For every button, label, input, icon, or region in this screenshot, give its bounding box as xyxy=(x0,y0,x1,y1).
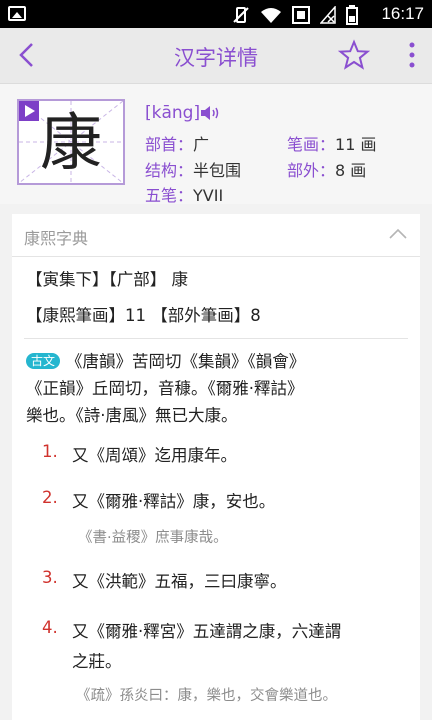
divider xyxy=(24,338,408,339)
radical-info: 部首：广 xyxy=(145,131,209,155)
more-options-icon[interactable] xyxy=(406,40,418,70)
radical-value: 广 xyxy=(193,135,210,154)
image-notification-icon xyxy=(8,6,26,21)
status-bar: 16:17 xyxy=(0,0,432,28)
strokes-info: 笔画：11 画 xyxy=(287,131,376,155)
app-bar: 汉字详情 xyxy=(0,28,432,84)
kangxi-line-2: 【康熙筆画】11 【部外筆画】8 xyxy=(26,306,261,325)
ancient-text-tag: 古文 xyxy=(26,353,61,369)
kangxi-section-header[interactable]: 康熙字典 xyxy=(12,214,420,257)
structure-label: 结构： xyxy=(145,161,194,180)
item-number: 2. xyxy=(42,488,58,507)
section-title: 康熙字典 xyxy=(24,229,89,248)
item-definition: 又《爾雅·釋宮》五達謂之康，六達謂 xyxy=(72,622,342,641)
kangxi-dictionary-card: 康熙字典 【寅集下】【广部】 康 【康熙筆画】11 【部外筆画】8 古文 《唐韻》… xyxy=(12,214,420,720)
item-number: 3. xyxy=(42,568,58,587)
extra-strokes-info: 部外：8 画 xyxy=(287,157,366,181)
pinyin: [kāng] xyxy=(145,103,201,123)
status-time: 16:17 xyxy=(381,4,424,23)
item-number: 1. xyxy=(42,442,58,461)
battery-icon xyxy=(346,5,358,25)
signal-no-sim-icon xyxy=(320,6,336,24)
item-definition: 又《洪範》五福，三曰康寧。 xyxy=(72,572,287,591)
paragraph-line-2: 《正韻》丘岡切，音穅。《爾雅·釋詁》 xyxy=(26,379,304,398)
strokes-value: 11 画 xyxy=(335,135,377,154)
extra-strokes-label: 部外： xyxy=(287,161,336,180)
network-type-icon xyxy=(292,6,310,24)
structure-value: 半包围 xyxy=(193,161,242,180)
paragraph-line-1: 古文 《唐韻》苦岡切《集韻》《韻會》 xyxy=(26,348,305,372)
item-number: 4. xyxy=(42,618,58,637)
item-example: 《疏》孫炎曰：康，樂也，交會樂道也。 xyxy=(76,688,337,704)
character-box[interactable]: 康 xyxy=(17,99,125,185)
item-example: 《書·益稷》庶事康哉。 xyxy=(78,530,228,546)
radical-label: 部首： xyxy=(145,135,194,154)
paragraph-line-3: 樂也。《詩·唐風》無已大康。 xyxy=(26,406,238,425)
strokes-label: 笔画： xyxy=(287,135,336,154)
kangxi-line-1: 【寅集下】【广部】 康 xyxy=(26,270,188,289)
item-definition: 又《爾雅·釋詁》康，安也。 xyxy=(72,492,276,511)
character-glyph: 康 xyxy=(39,106,102,179)
vibrate-muted-icon xyxy=(233,7,249,23)
item-definition-continued: 之莊。 xyxy=(72,652,122,671)
structure-info: 结构：半包围 xyxy=(145,157,241,181)
chevron-up-icon[interactable] xyxy=(388,227,408,241)
speaker-icon[interactable] xyxy=(200,105,222,121)
wubi-value: YVII xyxy=(193,186,224,205)
wubi-label: 五笔： xyxy=(145,186,194,205)
paragraph-text-1: 《唐韻》苦岡切《集韻》《韻會》 xyxy=(66,352,306,371)
wubi-info: 五笔：YVII xyxy=(145,182,223,206)
extra-strokes-value: 8 画 xyxy=(335,161,367,180)
favorite-star-icon[interactable] xyxy=(338,39,370,71)
character-header: 康 [kāng] 部首：广 笔画：11 画 结构：半包围 部外：8 画 五笔：Y… xyxy=(0,84,432,206)
wifi-icon xyxy=(261,8,281,23)
item-definition: 又《周頌》迄用康年。 xyxy=(72,446,237,465)
